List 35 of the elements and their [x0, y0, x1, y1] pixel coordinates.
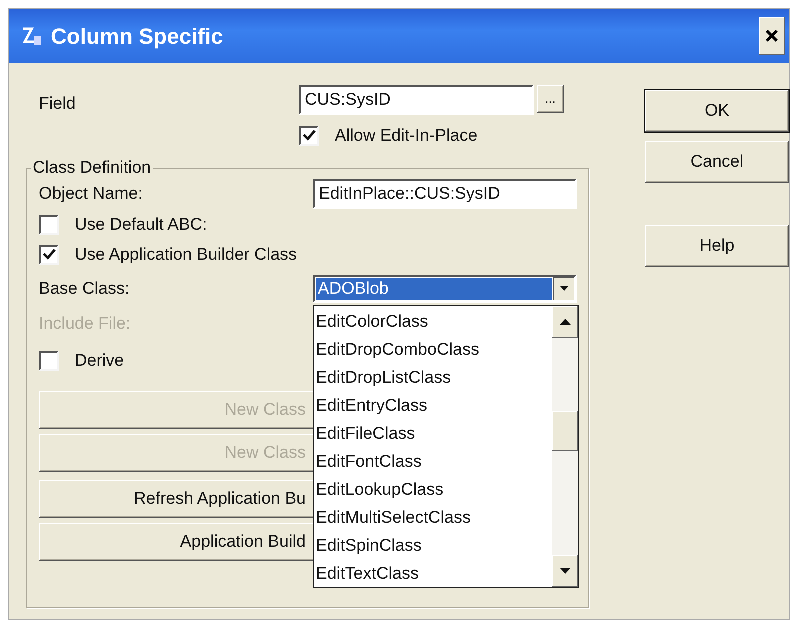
- list-item[interactable]: EditDropComboClass: [314, 336, 552, 364]
- scrollbar-thumb[interactable]: [552, 410, 578, 450]
- checkbox-label: Use Default ABC:: [75, 214, 208, 236]
- list-item[interactable]: EditSpinClass: [314, 532, 552, 560]
- object-name-label: Object Name:: [39, 182, 144, 204]
- list-item[interactable]: EditTextClass: [314, 560, 552, 588]
- checkbox[interactable]: [39, 350, 59, 370]
- scroll-up-icon[interactable]: [560, 318, 570, 324]
- list-item[interactable]: EditEntryClass: [314, 392, 552, 420]
- checkbox-label: Derive: [75, 350, 124, 372]
- checkbox-label: Allow Edit-In-Place: [335, 124, 478, 147]
- base-class-label: Base Class:: [39, 278, 131, 300]
- checkbox-label: Use Application Builder Class: [75, 244, 298, 266]
- window-title: Column Specific: [51, 22, 224, 51]
- app-icon: [21, 25, 43, 47]
- object-name-input[interactable]: EditInPlace::CUS:SysID: [313, 178, 577, 208]
- close-icon[interactable]: [765, 29, 779, 43]
- checkbox[interactable]: [39, 214, 59, 234]
- list-item[interactable]: EditColorClass: [314, 308, 552, 336]
- browse-button[interactable]: ...: [537, 85, 564, 113]
- dialog-button[interactable]: OK: [645, 90, 789, 132]
- field-label: Field: [39, 93, 77, 115]
- include-file-label: Include File:: [39, 312, 131, 334]
- dialog-button[interactable]: Cancel: [645, 141, 789, 183]
- scrollbar[interactable]: [552, 306, 578, 586]
- field-input[interactable]: CUS:SysID: [299, 85, 534, 115]
- list-item[interactable]: EditDropListClass: [314, 364, 552, 392]
- close-button[interactable]: [759, 17, 785, 55]
- dropdown-arrow-icon: [560, 286, 568, 291]
- checkbox[interactable]: [299, 126, 319, 146]
- checkbox[interactable]: [39, 244, 59, 264]
- check-icon: [42, 248, 56, 260]
- scroll-down-icon[interactable]: [560, 568, 570, 574]
- dialog-button[interactable]: Help: [645, 225, 789, 267]
- check-icon: [302, 130, 316, 142]
